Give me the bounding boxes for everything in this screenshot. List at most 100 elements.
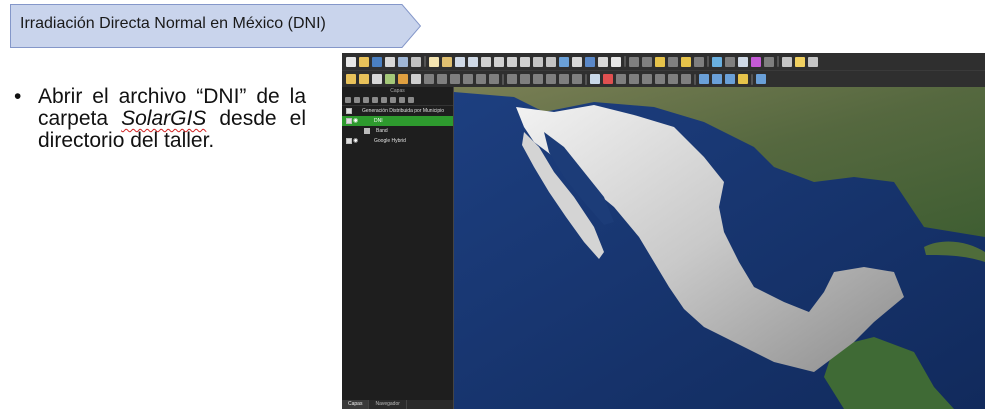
add-raster-layer-icon[interactable] bbox=[712, 74, 722, 84]
python-console-icon[interactable] bbox=[738, 74, 748, 84]
layer-item-google-hybrid[interactable]: ◉ Google Hybrid bbox=[342, 136, 453, 146]
measure-icon[interactable] bbox=[725, 56, 735, 67]
open-layer-styling-icon[interactable] bbox=[345, 97, 351, 103]
vertex-tool-icon[interactable] bbox=[398, 74, 408, 84]
select-features-icon[interactable] bbox=[655, 56, 665, 67]
diagram-icon[interactable] bbox=[603, 74, 613, 84]
processing-toolbox-icon[interactable] bbox=[756, 74, 766, 84]
pan-to-selection-icon[interactable] bbox=[442, 56, 452, 67]
annotation-icon[interactable] bbox=[782, 56, 792, 67]
show-label-icon[interactable] bbox=[533, 74, 543, 84]
zoom-full-icon[interactable] bbox=[481, 56, 491, 67]
bullet-marker: • bbox=[14, 85, 22, 108]
settings-gear-icon[interactable] bbox=[738, 56, 748, 67]
contour-icon[interactable] bbox=[681, 74, 691, 84]
digitize-icon[interactable] bbox=[385, 74, 395, 84]
map-canvas[interactable] bbox=[454, 87, 985, 409]
move-label-icon[interactable] bbox=[546, 74, 556, 84]
locator-search-icon[interactable] bbox=[808, 56, 818, 67]
text-annotation-icon[interactable] bbox=[795, 56, 805, 67]
current-edits-icon[interactable] bbox=[346, 74, 356, 84]
rotate-label-icon[interactable] bbox=[559, 74, 569, 84]
paste-features-icon[interactable] bbox=[463, 74, 473, 84]
layer-name: Google Hybrid bbox=[374, 138, 406, 144]
style-manager-icon[interactable] bbox=[616, 74, 626, 84]
new-map-view-icon[interactable] bbox=[559, 56, 569, 67]
zoom-layer-icon[interactable] bbox=[494, 56, 504, 67]
undo-icon[interactable] bbox=[476, 74, 486, 84]
print-layout-icon[interactable] bbox=[398, 56, 408, 67]
toolbar-separator bbox=[624, 56, 626, 67]
zoom-native-icon[interactable] bbox=[520, 56, 530, 67]
histogram-icon[interactable] bbox=[668, 74, 678, 84]
remove-layer-icon[interactable] bbox=[408, 97, 414, 103]
bookmark-icon[interactable] bbox=[585, 56, 595, 67]
eye-icon[interactable]: ◉ bbox=[353, 116, 358, 126]
map-tips-icon[interactable] bbox=[764, 56, 774, 67]
add-wms-layer-icon[interactable] bbox=[725, 74, 735, 84]
show-bookmarks-icon[interactable] bbox=[598, 56, 608, 67]
select-by-value-icon[interactable] bbox=[681, 56, 691, 67]
copy-features-icon[interactable] bbox=[450, 74, 460, 84]
slide-title: Irradiación Directa Normal en México (DN… bbox=[20, 15, 326, 32]
toolbar-separator bbox=[694, 73, 696, 85]
bullet-point: • Abrir el archivo “DNI” de la carpeta S… bbox=[14, 86, 306, 152]
zoom-selection-icon[interactable] bbox=[507, 56, 517, 67]
label-tool-icon[interactable] bbox=[507, 74, 517, 84]
new-project-icon[interactable] bbox=[346, 56, 356, 67]
layer-item-band[interactable]: Band bbox=[342, 126, 453, 136]
redo-icon[interactable] bbox=[489, 74, 499, 84]
filter-expression-icon[interactable] bbox=[381, 97, 387, 103]
deselect-icon[interactable] bbox=[668, 56, 678, 67]
save-edits-icon[interactable] bbox=[372, 74, 382, 84]
layer-checkbox[interactable] bbox=[346, 108, 352, 114]
delete-selected-icon[interactable] bbox=[424, 74, 434, 84]
add-group-icon[interactable] bbox=[354, 97, 360, 103]
identify-icon[interactable] bbox=[629, 56, 639, 67]
qgis-screenshot: Capas Generación Distribuida por Municip… bbox=[342, 53, 985, 409]
zoom-in-icon[interactable] bbox=[455, 56, 465, 67]
layer-styling-icon[interactable] bbox=[629, 74, 639, 84]
layer-checkbox[interactable] bbox=[346, 138, 352, 144]
tab-navegador[interactable]: Navegador bbox=[369, 400, 407, 409]
zoom-out-icon[interactable] bbox=[468, 56, 478, 67]
raster-calculator-icon[interactable] bbox=[642, 74, 652, 84]
pin-label-icon[interactable] bbox=[520, 74, 530, 84]
action-icon[interactable] bbox=[642, 56, 652, 67]
zoom-next-icon[interactable] bbox=[546, 56, 556, 67]
label-settings-icon[interactable] bbox=[590, 74, 600, 84]
georeferencer-icon[interactable] bbox=[655, 74, 665, 84]
eye-icon[interactable]: ◉ bbox=[353, 136, 358, 146]
slide-title-banner: Irradiación Directa Normal en México (DN… bbox=[10, 4, 421, 48]
toolbar-separator bbox=[707, 56, 709, 67]
expand-all-icon[interactable] bbox=[390, 97, 396, 103]
qgis-toolbar-second bbox=[342, 70, 985, 87]
pan-icon[interactable] bbox=[429, 56, 439, 67]
refresh-icon[interactable] bbox=[611, 56, 621, 67]
collapse-all-icon[interactable] bbox=[399, 97, 405, 103]
zoom-last-icon[interactable] bbox=[533, 56, 543, 67]
temporal-icon[interactable] bbox=[572, 56, 582, 67]
modify-attributes-icon[interactable] bbox=[411, 74, 421, 84]
plugin-icon[interactable] bbox=[751, 56, 761, 67]
toggle-editing-icon[interactable] bbox=[359, 74, 369, 84]
bullet-text-emphasis: SolarGIS bbox=[121, 107, 207, 130]
filter-legend-icon[interactable] bbox=[372, 97, 378, 103]
toolbar-separator bbox=[585, 73, 587, 85]
add-vector-layer-icon[interactable] bbox=[699, 74, 709, 84]
cut-features-icon[interactable] bbox=[437, 74, 447, 84]
save-project-icon[interactable] bbox=[372, 56, 382, 67]
layer-checkbox[interactable] bbox=[346, 118, 352, 124]
bullet-paragraph: Abrir el archivo “DNI” de la carpeta Sol… bbox=[38, 86, 306, 152]
layout-manager-icon[interactable] bbox=[411, 56, 421, 67]
save-as-icon[interactable] bbox=[385, 56, 395, 67]
manage-map-themes-icon[interactable] bbox=[363, 97, 369, 103]
toolbar-separator bbox=[424, 56, 426, 67]
open-project-icon[interactable] bbox=[359, 56, 369, 67]
layer-item-generacion[interactable]: Generación Distribuida por Municipio bbox=[342, 106, 453, 116]
open-attribute-table-icon[interactable] bbox=[694, 56, 704, 67]
layer-item-dni[interactable]: ◉ DNI bbox=[342, 116, 453, 126]
change-label-icon[interactable] bbox=[572, 74, 582, 84]
tab-capas[interactable]: Capas bbox=[342, 400, 370, 409]
statistics-icon[interactable] bbox=[712, 56, 722, 67]
